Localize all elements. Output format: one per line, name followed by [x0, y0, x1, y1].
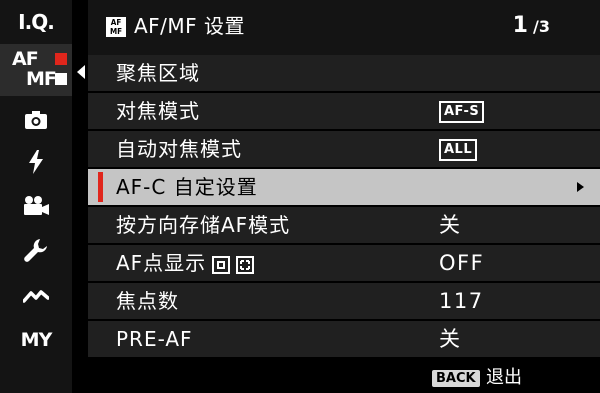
- menu-item-af-mode[interactable]: 自动对焦模式 ALL: [88, 131, 600, 167]
- menu-item-focus-points[interactable]: 焦点数 117: [88, 283, 600, 319]
- page-total: /3: [533, 17, 550, 36]
- menu-item-label: AF-C 自定设置: [116, 175, 258, 199]
- menu-item-value: 关: [439, 213, 462, 237]
- active-indicator-icon: [55, 53, 67, 65]
- menu-item-focus-mode[interactable]: 对焦模式 AF-S: [88, 93, 600, 129]
- sidebar-item-my[interactable]: MY: [0, 318, 72, 362]
- sidebar-item-flash[interactable]: [0, 140, 72, 184]
- square-icon: [55, 73, 67, 85]
- menu-item-value: OFF: [439, 251, 485, 275]
- afmf-menu-icon: AF MF: [106, 17, 126, 37]
- back-label: 退出: [486, 367, 522, 388]
- af-s-value-badge: AF-S: [439, 101, 485, 123]
- menu-item-label-wrap: AF点显示: [116, 245, 255, 281]
- menu-list: 聚焦区域 对焦模式 AF-S 自动对焦模式 ALL AF-C 自定设置 按方向存…: [88, 55, 600, 359]
- sidebar-item-my-label: MY: [20, 329, 53, 351]
- all-value-badge: ALL: [439, 139, 478, 161]
- menu-header: AF MF AF/MF 设置 1 /3: [88, 0, 600, 55]
- sidebar-item-movie[interactable]: [0, 184, 72, 228]
- active-category-pointer-icon: [77, 65, 85, 79]
- menu-item-label: 自动对焦模式: [116, 137, 242, 161]
- menu-item-value: 117: [439, 289, 484, 313]
- sidebar-item-iq-label: I.Q.: [18, 10, 55, 34]
- single-point-frame-icon: [212, 255, 231, 274]
- page-title: AF/MF 设置: [134, 14, 246, 38]
- menu-item-label: 按方向存储AF模式: [116, 213, 291, 237]
- selection-marker: [98, 172, 103, 202]
- zone-frame-icon: [236, 255, 255, 274]
- menu-item-label: 对焦模式: [116, 99, 200, 123]
- back-button[interactable]: BACK: [432, 370, 480, 387]
- menu-item-label: AF点显示: [116, 251, 207, 275]
- menu-item-label: 聚焦区域: [116, 61, 200, 85]
- menu-item-pre-af[interactable]: PRE-AF 关: [88, 321, 600, 357]
- movie-camera-icon: [24, 196, 49, 215]
- flash-icon: [29, 150, 43, 174]
- wrench-icon: [24, 239, 47, 262]
- menu-footer: BACK 退出: [88, 362, 600, 393]
- menu-item-label: PRE-AF: [116, 327, 193, 351]
- page-current: 1: [512, 13, 528, 38]
- menu-item-af-mode-by-orientation[interactable]: 按方向存储AF模式 关: [88, 207, 600, 243]
- menu-item-af-c-custom[interactable]: AF-C 自定设置: [88, 169, 600, 205]
- sidebar-item-iq[interactable]: I.Q.: [0, 0, 72, 44]
- frame-icons: [212, 255, 255, 274]
- sidebar-item-afmf-label-mf: MF: [26, 68, 57, 90]
- category-sidebar: I.Q. AF MF MY: [0, 0, 72, 393]
- menu-item-af-point-display[interactable]: AF点显示 OFF: [88, 245, 600, 281]
- sidebar-item-connection[interactable]: [0, 274, 72, 318]
- sidebar-item-camera[interactable]: [0, 98, 72, 142]
- sidebar-item-afmf-label-af: AF: [12, 48, 39, 70]
- menu-item-focus-area[interactable]: 聚焦区域: [88, 55, 600, 91]
- submenu-arrow-icon: [577, 182, 584, 192]
- menu-item-value: 关: [439, 327, 462, 351]
- sidebar-item-setup[interactable]: [0, 228, 72, 272]
- sidebar-item-afmf[interactable]: AF MF: [0, 44, 72, 96]
- camera-icon: [25, 111, 47, 129]
- page-indicator: 1 /3: [513, 12, 550, 41]
- connection-icon: [23, 290, 49, 303]
- menu-item-label: 焦点数: [116, 289, 179, 313]
